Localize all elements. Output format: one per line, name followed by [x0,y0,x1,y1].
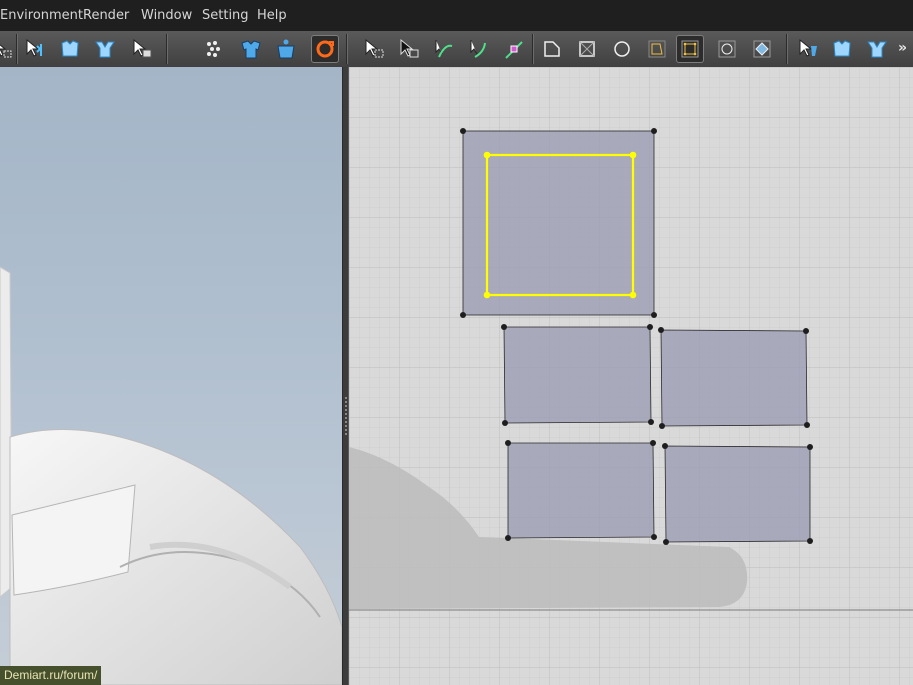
circle-icon[interactable] [608,35,636,63]
internal-rectangle-icon[interactable] [676,35,704,63]
toolbar-separator [786,34,788,64]
pattern-canvas [349,67,913,685]
toolbar: » [0,31,913,68]
check-sewing-icon[interactable] [863,35,891,63]
select-all-icon[interactable] [56,35,84,63]
internal-polygon-icon[interactable] [643,35,671,63]
select-mesh-icon[interactable] [0,35,16,63]
menu-bar: Environment Render Window Setting Help [0,0,913,31]
2d-pattern-window[interactable] [349,67,913,685]
polygon-icon[interactable] [538,35,566,63]
menu-environment[interactable]: Environment [0,8,83,23]
avatar-garment-render [0,266,342,685]
internal-diamond-icon[interactable] [748,35,776,63]
edit-curve-point-icon[interactable] [465,35,493,63]
rectangle-icon[interactable] [573,35,601,63]
select-shape-icon[interactable] [21,35,49,63]
edit-pattern-icon[interactable] [395,35,423,63]
view-splitter-handle[interactable] [342,67,349,685]
menu-setting[interactable]: Setting [202,8,249,23]
menu-window[interactable]: Window [141,8,192,23]
splitter-grip[interactable] [345,397,347,437]
toolbar-separator [166,34,168,64]
rect-panel-2[interactable] [658,327,810,429]
toolbar-separator [346,34,348,64]
arrangement-icon[interactable] [237,35,265,63]
simulate-icon[interactable] [311,35,339,63]
free-sewing-icon[interactable] [828,35,856,63]
rect-panel-1[interactable] [501,324,654,426]
select-box-icon[interactable] [128,35,156,63]
rect-panel-3[interactable] [505,440,657,541]
toolbar-overflow-button[interactable]: » [898,40,907,56]
menu-render[interactable]: Render [83,8,129,23]
internal-circle-icon[interactable] [713,35,741,63]
transform-pattern-icon[interactable] [360,35,388,63]
3d-garment-window[interactable] [0,67,342,685]
segment-sewing-icon[interactable] [794,35,822,63]
large-square-panel[interactable] [460,128,657,318]
avatar-arrangement-icon[interactable] [272,35,300,63]
watermark-label: Demiart.ru/forum/ [0,666,102,685]
menu-help[interactable]: Help [257,8,287,23]
add-point-icon[interactable] [500,35,528,63]
select-box-icon[interactable] [91,35,119,63]
particle-distance-icon[interactable] [200,35,228,63]
toolbar-separator [16,34,18,64]
toolbar-separator [532,34,534,64]
edit-curvature-icon[interactable] [430,35,458,63]
rect-panel-4[interactable] [662,443,813,545]
